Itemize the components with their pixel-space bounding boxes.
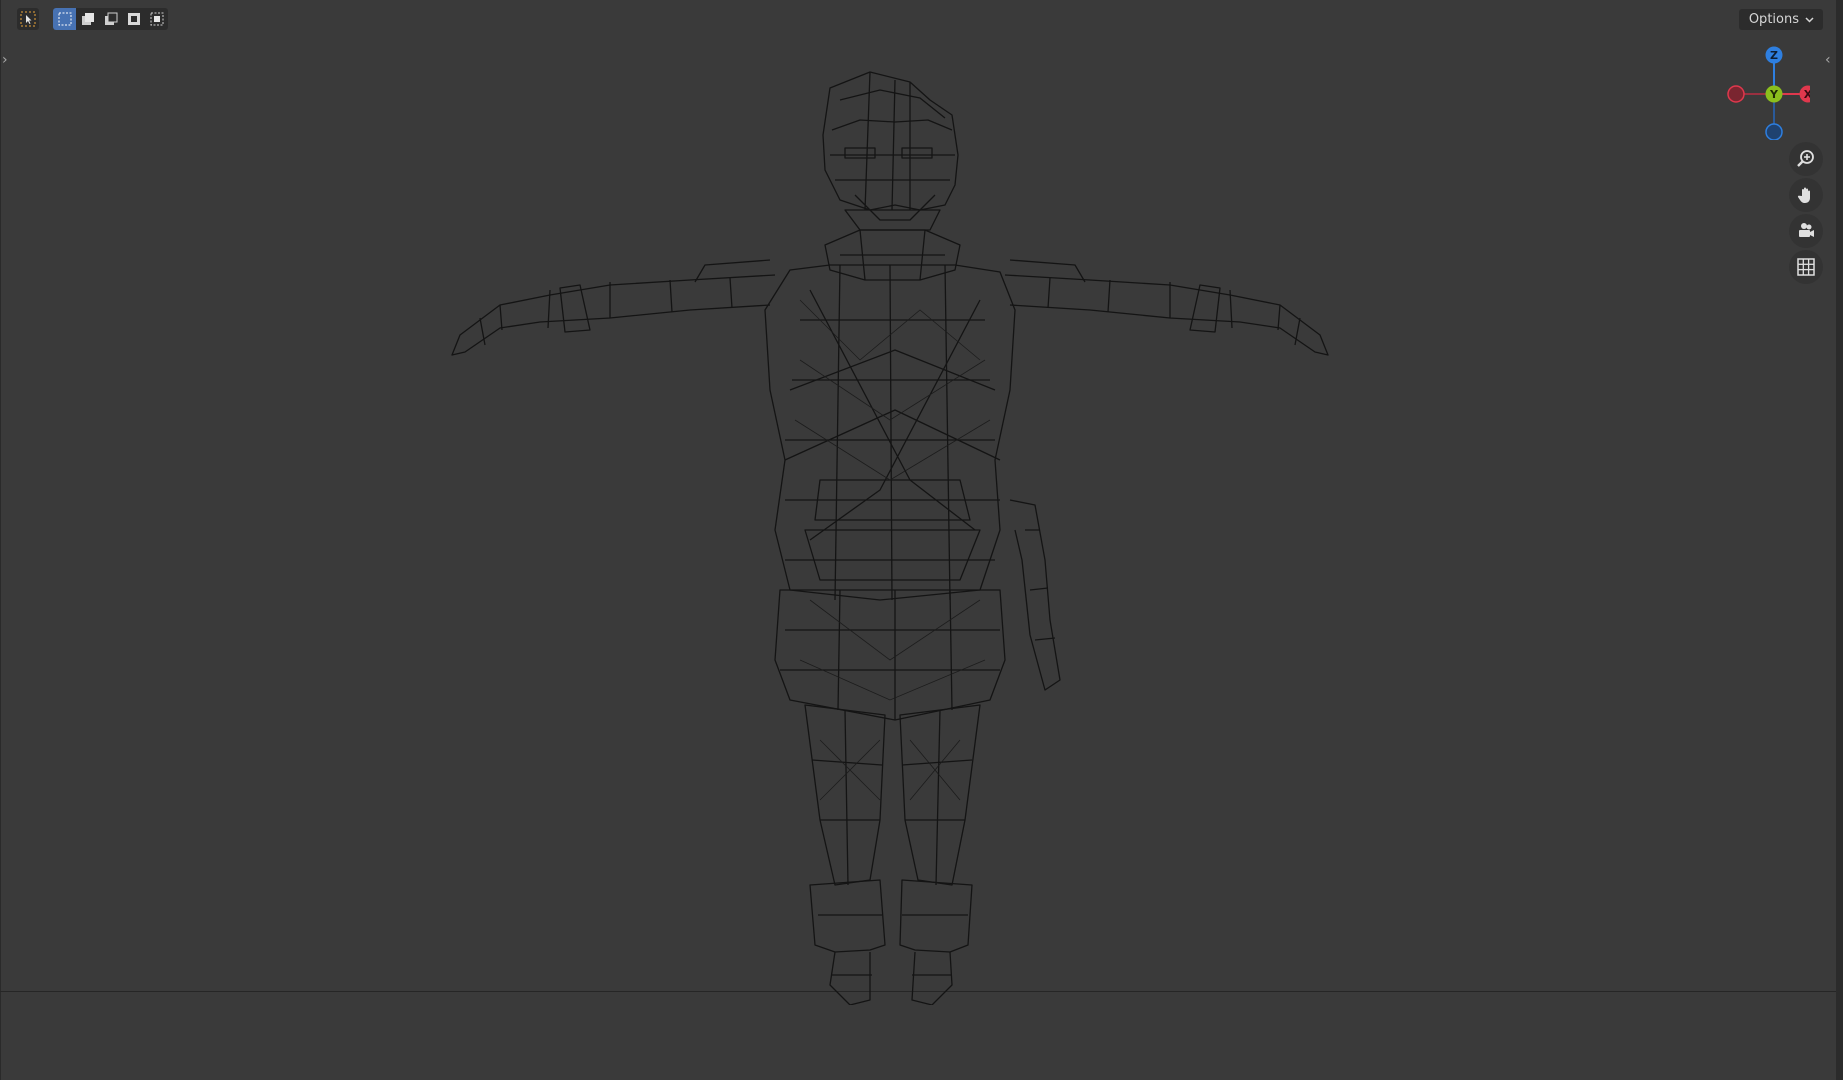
options-label: Options bbox=[1748, 12, 1799, 27]
y-axis-label: Y bbox=[1769, 88, 1779, 101]
mode-difference-button[interactable] bbox=[122, 8, 145, 30]
selection-mode-group bbox=[53, 8, 168, 30]
neg-z-axis-handle[interactable] bbox=[1765, 123, 1783, 140]
select-subtract-icon bbox=[104, 12, 117, 25]
perspective-toggle-button[interactable] bbox=[1789, 250, 1823, 284]
wireframe-character-model[interactable] bbox=[440, 60, 1340, 1005]
mode-intersect-button[interactable] bbox=[145, 8, 168, 30]
x-axis-label: X bbox=[1804, 88, 1810, 101]
z-axis-label: Z bbox=[1770, 49, 1778, 62]
navigation-gizmo[interactable]: Z X Y bbox=[1718, 40, 1810, 140]
options-dropdown[interactable]: Options bbox=[1738, 9, 1823, 30]
mode-new-button[interactable] bbox=[53, 8, 76, 30]
zoom-icon bbox=[1797, 150, 1814, 167]
toolbar-expand-arrow[interactable]: › bbox=[2, 52, 8, 68]
pan-button[interactable] bbox=[1789, 178, 1823, 212]
mode-extend-button[interactable] bbox=[76, 8, 99, 30]
select-intersect-icon bbox=[150, 12, 163, 26]
mode-subtract-button[interactable] bbox=[99, 8, 122, 30]
camera-icon bbox=[1799, 223, 1814, 237]
select-difference-icon bbox=[127, 13, 140, 25]
select-cursor-icon bbox=[20, 11, 36, 27]
grid-perspective-icon bbox=[1797, 258, 1815, 276]
chevron-down-icon bbox=[1805, 16, 1814, 23]
hand-pan-icon bbox=[1797, 187, 1810, 203]
select-extend-icon bbox=[81, 13, 94, 25]
zoom-button[interactable] bbox=[1789, 142, 1823, 176]
neg-x-axis-handle[interactable] bbox=[1727, 85, 1745, 103]
select-tool-button[interactable] bbox=[17, 8, 39, 30]
camera-view-button[interactable] bbox=[1789, 214, 1823, 248]
region-edge[interactable] bbox=[1836, 0, 1843, 1080]
sidebar-expand-arrow[interactable]: ‹ bbox=[1825, 52, 1831, 68]
select-new-icon bbox=[58, 12, 71, 26]
